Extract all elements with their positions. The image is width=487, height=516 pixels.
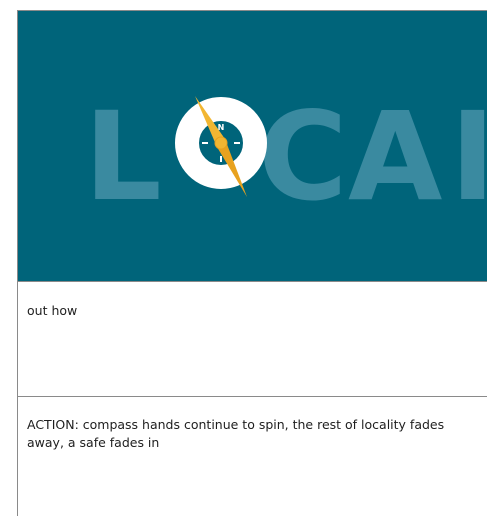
hero-panel: L C A I N [18, 11, 487, 281]
row-divider [18, 281, 487, 282]
storyboard-frame: L C A I N out how ACTION: compass hands [17, 10, 487, 516]
hero-letter-a: A [348, 86, 442, 228]
hero-letter-c: C [258, 86, 344, 228]
hero-letter-l: L [84, 86, 159, 228]
compass-pivot [214, 136, 228, 150]
hero-artwork: L C A I N [84, 86, 487, 228]
action-text: ACTION: compass hands continue to spin, … [27, 417, 445, 450]
compass-icon: N [175, 96, 267, 197]
hero-letter-i: I [450, 86, 487, 228]
narration-text: out how [27, 303, 78, 318]
row-divider [18, 396, 487, 397]
